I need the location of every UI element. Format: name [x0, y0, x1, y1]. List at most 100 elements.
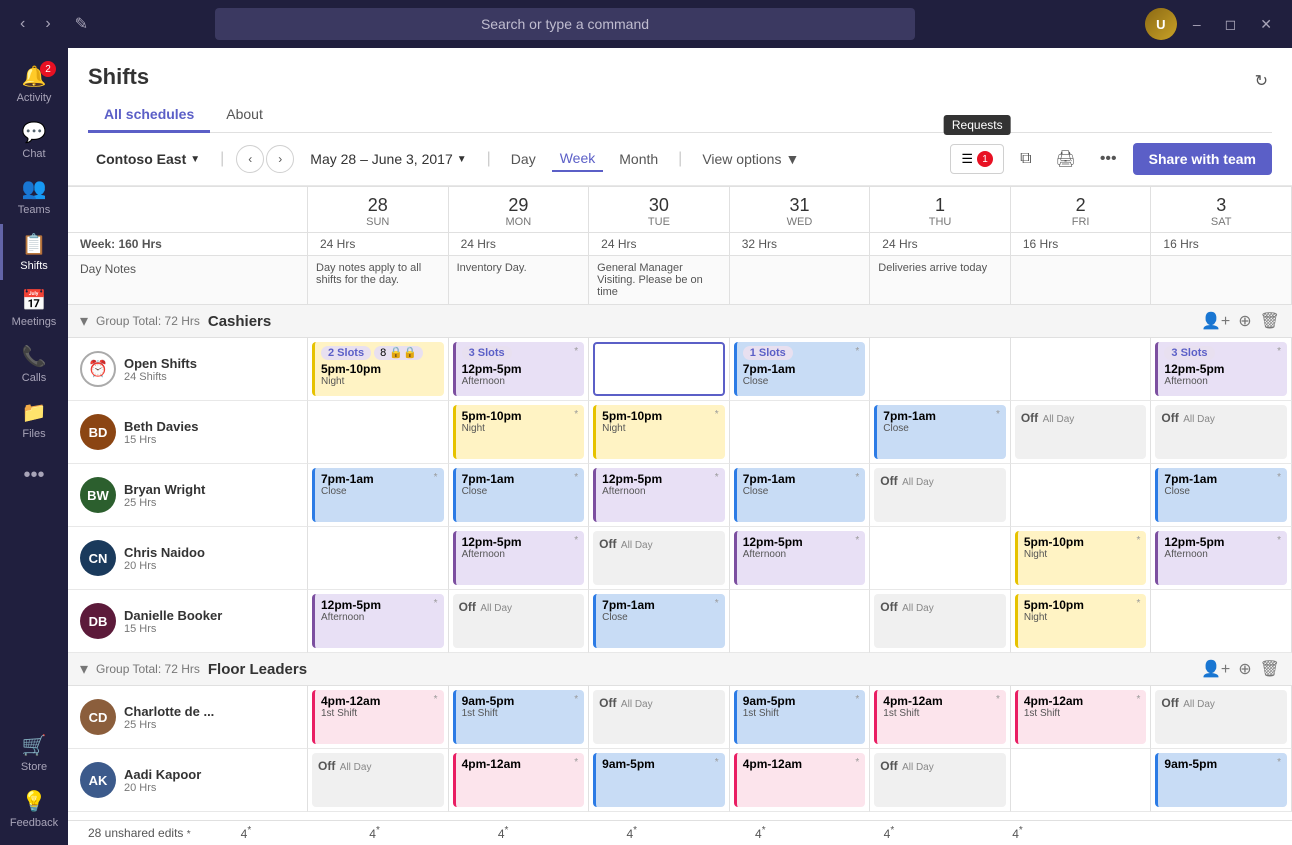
- shift-cell[interactable]: * 9am-5pm: [1151, 749, 1292, 812]
- open-shift-outline[interactable]: [589, 338, 730, 401]
- forward-button[interactable]: ›: [37, 11, 58, 37]
- sidebar-item-calls[interactable]: 📞 Calls: [0, 336, 68, 392]
- view-week-button[interactable]: Week: [552, 146, 604, 172]
- sidebar-item-files[interactable]: 📁 Files: [0, 392, 68, 448]
- shift-cell[interactable]: * 7pm-1am Close: [1151, 464, 1292, 527]
- shift-cell[interactable]: * 7pm-1am Close: [730, 464, 871, 527]
- sidebar-item-activity[interactable]: 🔔 Activity 2: [0, 56, 68, 112]
- shift-cell[interactable]: * 12pm-5pm Afternoon: [589, 464, 730, 527]
- shift-cell[interactable]: * 9am-5pm 1st Shift: [730, 686, 871, 749]
- shift-cell[interactable]: * 12pm-5pm Afternoon: [1151, 527, 1292, 590]
- day-header-1: 29 MON: [449, 187, 590, 233]
- shift-cell-off[interactable]: Off All Day: [589, 527, 730, 590]
- open-shift-block[interactable]: * 3 Slots 12pm-5pm Afternoon: [1151, 338, 1292, 401]
- group-collapse-0[interactable]: ▾: [80, 311, 88, 331]
- next-week-button[interactable]: ›: [266, 145, 294, 173]
- avatar[interactable]: U: [1145, 8, 1177, 40]
- maximize-button[interactable]: ◻: [1217, 12, 1245, 37]
- shift-cell-off[interactable]: Off All Day: [589, 686, 730, 749]
- view-month-button[interactable]: Month: [611, 147, 666, 171]
- sidebar-item-store[interactable]: 🛒 Store: [0, 725, 68, 781]
- copy-button[interactable]: ⧉: [1012, 144, 1039, 174]
- date-range[interactable]: May 28 – June 3, 2017 ▼: [302, 147, 474, 171]
- shift-cell-off[interactable]: Off All Day: [870, 749, 1011, 812]
- calls-icon: 📞: [22, 344, 47, 369]
- day-hrs-3: 32 Hrs: [730, 233, 871, 256]
- refresh-button[interactable]: ↻: [1251, 67, 1272, 95]
- shift-cell[interactable]: * 5pm-10pm Night: [589, 401, 730, 464]
- delete-group-0[interactable]: 🗑: [1260, 311, 1280, 331]
- shift-cell[interactable]: * 4pm-12am: [730, 749, 871, 812]
- compose-button[interactable]: ✎: [67, 10, 96, 38]
- shift-cell[interactable]: * 7pm-1am Close: [589, 590, 730, 653]
- shift-cell[interactable]: * 4pm-12am 1st Shift: [1011, 686, 1152, 749]
- share-button[interactable]: Share with team: [1133, 143, 1272, 175]
- shift-cell-empty: [730, 401, 871, 464]
- add-employee-1[interactable]: 👤+: [1201, 659, 1230, 679]
- more-options-button[interactable]: •••: [1092, 144, 1125, 174]
- search-input[interactable]: [227, 16, 903, 32]
- shift-cell-empty: [1011, 749, 1152, 812]
- sidebar-item-feedback[interactable]: 💡 Feedback: [0, 781, 68, 837]
- main-content: Shifts ↻ All schedules About Contoso Eas…: [68, 48, 1292, 845]
- prev-week-button[interactable]: ‹: [236, 145, 264, 173]
- schedule-selector[interactable]: Contoso East ▼: [88, 147, 208, 171]
- move-group-1[interactable]: ⊕: [1238, 659, 1251, 679]
- shift-cell[interactable]: * 12pm-5pm Afternoon: [449, 527, 590, 590]
- shift-cell[interactable]: * 4pm-12am 1st Shift: [308, 686, 449, 749]
- shift-cell-off[interactable]: Off All Day: [449, 590, 590, 653]
- sidebar-item-shifts[interactable]: 📋 Shifts: [0, 224, 68, 280]
- shift-cell-off[interactable]: Off All Day: [1151, 686, 1292, 749]
- tab-about[interactable]: About: [210, 98, 279, 133]
- day-note-0: Day notes apply to all shifts for the da…: [308, 256, 449, 305]
- sidebar-item-meetings[interactable]: 📅 Meetings: [0, 280, 68, 336]
- group-actions-0: 👤+ ⊕ 🗑: [1201, 311, 1280, 331]
- shift-cell-off[interactable]: Off All Day: [308, 749, 449, 812]
- shift-cell[interactable]: * 5pm-10pm Night: [1011, 590, 1152, 653]
- sidebar-item-teams[interactable]: 👥 Teams: [0, 168, 68, 224]
- open-shift-block[interactable]: * 1 Slots 7pm-1am Close: [730, 338, 871, 401]
- requests-list-icon: ☰: [961, 151, 973, 167]
- open-shift-block[interactable]: * 3 Slots 12pm-5pm Afternoon: [449, 338, 590, 401]
- open-shift-block[interactable]: 2 Slots 8 🔒🔒 5pm-10pm Night: [308, 338, 449, 401]
- sidebar-item-chat[interactable]: 💬 Chat: [0, 112, 68, 168]
- date-nav: ‹ ›: [236, 145, 294, 173]
- search-bar: [215, 8, 915, 40]
- view-options-button[interactable]: View options ▼: [694, 147, 807, 171]
- shift-cell[interactable]: * 5pm-10pm Night: [1011, 527, 1152, 590]
- back-button[interactable]: ‹: [12, 11, 33, 37]
- shift-cell[interactable]: * 12pm-5pm Afternoon: [730, 527, 871, 590]
- requests-tooltip: Requests: [944, 115, 1011, 135]
- close-button[interactable]: ✕: [1252, 12, 1280, 37]
- shift-cell[interactable]: * 9am-5pm: [589, 749, 730, 812]
- shift-cell[interactable]: * 5pm-10pm Night: [449, 401, 590, 464]
- shift-cell[interactable]: * 7pm-1am Close: [308, 464, 449, 527]
- view-day-button[interactable]: Day: [503, 147, 544, 171]
- print-button[interactable]: 🖨: [1048, 143, 1084, 175]
- shift-cell[interactable]: * 4pm-12am 1st Shift: [870, 686, 1011, 749]
- meetings-icon: 📅: [22, 288, 47, 313]
- day-hrs-0: 24 Hrs: [308, 233, 449, 256]
- minimize-button[interactable]: –: [1185, 12, 1209, 36]
- shift-cell[interactable]: * 7pm-1am Close: [870, 401, 1011, 464]
- requests-button[interactable]: Requests ☰ 1: [950, 144, 1004, 174]
- view-options-chevron-icon: ▼: [785, 151, 799, 167]
- shift-cell-off[interactable]: Off All Day: [1151, 401, 1292, 464]
- day-hrs-5: 16 Hrs: [1011, 233, 1152, 256]
- shift-cell[interactable]: * 9am-5pm 1st Shift: [449, 686, 590, 749]
- shift-cell-off[interactable]: Off All Day: [870, 464, 1011, 527]
- shift-cell[interactable]: * 12pm-5pm Afternoon: [308, 590, 449, 653]
- move-group-0[interactable]: ⊕: [1238, 311, 1251, 331]
- tab-all-schedules[interactable]: All schedules: [88, 98, 210, 133]
- shift-cell[interactable]: * 4pm-12am: [449, 749, 590, 812]
- sidebar: 🔔 Activity 2 💬 Chat 👥 Teams 📋 Shifts 📅 M…: [0, 48, 68, 845]
- sidebar-item-more[interactable]: •••: [0, 448, 68, 503]
- emp-name-0-1: Bryan Wright: [124, 482, 205, 497]
- delete-group-1[interactable]: 🗑: [1260, 659, 1280, 679]
- shift-cell-off[interactable]: Off All Day: [870, 590, 1011, 653]
- group-collapse-1[interactable]: ▾: [80, 659, 88, 679]
- shift-cell-off[interactable]: Off All Day: [1011, 401, 1152, 464]
- add-employee-0[interactable]: 👤+: [1201, 311, 1230, 331]
- shift-cell[interactable]: * 7pm-1am Close: [449, 464, 590, 527]
- toolbar-right: Requests ☰ 1 ⧉ 🖨 ••• Share with team: [950, 143, 1272, 175]
